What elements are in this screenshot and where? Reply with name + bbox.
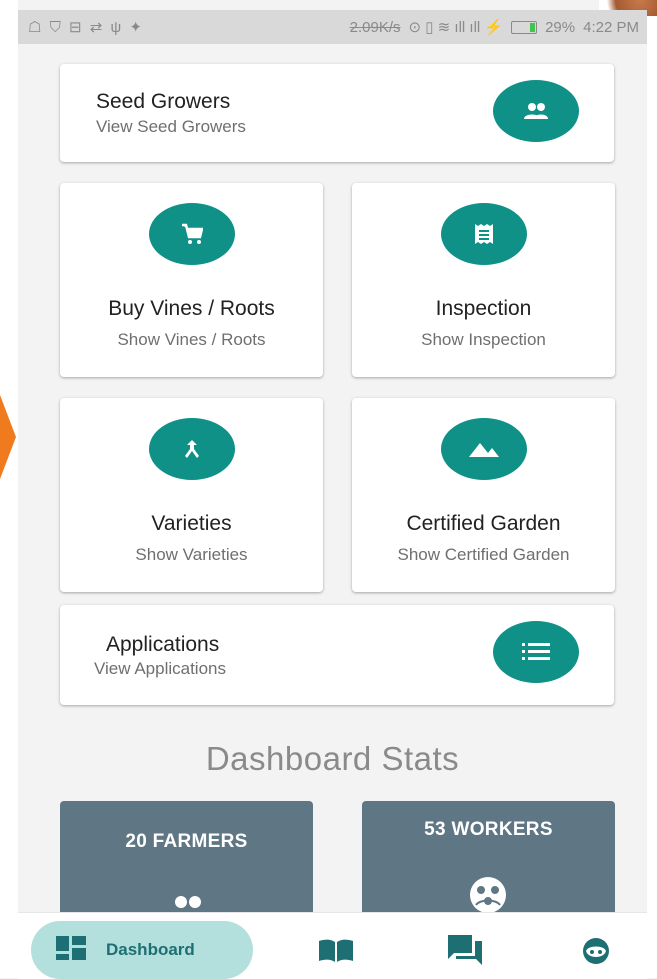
varieties-subtitle: Show Varieties bbox=[135, 545, 248, 564]
receipt-icon bbox=[441, 203, 527, 265]
orange-arrow-decoration bbox=[0, 395, 16, 479]
farmers-count: 20 FARMERS bbox=[125, 831, 248, 852]
farmers-people-icon bbox=[168, 893, 208, 912]
dashboard-icon bbox=[56, 935, 86, 965]
seed-growers-title: Seed Growers bbox=[96, 90, 231, 113]
varieties-title: Varieties bbox=[151, 512, 232, 535]
list-icon bbox=[493, 621, 579, 683]
farmers-stat-card[interactable]: 20 FARMERS bbox=[60, 801, 313, 912]
inspection-subtitle: Show Inspection bbox=[421, 330, 546, 349]
varieties-card[interactable]: Varieties Show Varieties bbox=[60, 398, 323, 592]
battery-percent: 29% bbox=[545, 18, 576, 36]
nav-dashboard-label: Dashboard bbox=[106, 940, 195, 959]
seed-growers-card[interactable]: Seed Growers View Seed Growers bbox=[60, 64, 614, 162]
nav-dashboard[interactable]: Dashboard bbox=[31, 921, 253, 979]
book-icon[interactable] bbox=[318, 939, 354, 968]
battery-icon bbox=[511, 20, 538, 34]
cart-icon bbox=[149, 203, 235, 265]
screen-edge-right bbox=[647, 0, 657, 978]
certified-garden-subtitle: Show Certified Garden bbox=[397, 545, 570, 564]
applications-subtitle: View Applications bbox=[94, 659, 226, 678]
applications-card[interactable]: Applications View Applications bbox=[60, 605, 614, 705]
workers-count: 53 WORKERS bbox=[424, 819, 553, 840]
landscape-icon bbox=[441, 418, 527, 480]
status-right-group: 2.09K/s ⊙ ▯ ≋ ıll ıll ⚡ 29% 4:22 PM bbox=[349, 18, 639, 37]
workers-stat-card[interactable]: 53 WORKERS bbox=[362, 801, 615, 912]
chat-icon[interactable] bbox=[448, 935, 482, 970]
seed-growers-subtitle: View Seed Growers bbox=[96, 117, 246, 136]
certified-garden-card[interactable]: Certified Garden Show Certified Garden bbox=[352, 398, 615, 592]
certified-garden-title: Certified Garden bbox=[406, 512, 561, 535]
bottom-navigation: Dashboard bbox=[18, 912, 647, 979]
status-time: 4:22 PM bbox=[583, 18, 639, 36]
workers-group-icon bbox=[468, 875, 508, 912]
signal-icons: ⊙ ▯ ≋ ıll ıll ⚡ bbox=[408, 19, 504, 36]
merge-icon bbox=[149, 418, 235, 480]
buy-vines-title: Buy Vines / Roots bbox=[108, 297, 275, 320]
people-icon bbox=[493, 80, 579, 142]
network-speed: 2.09K/s bbox=[349, 18, 401, 36]
buy-vines-subtitle: Show Vines / Roots bbox=[117, 330, 266, 349]
status-bar: ☖ ⛉ ⊟ ⇄ ψ ✦ 2.09K/s ⊙ ▯ ≋ ıll ıll ⚡ 29% … bbox=[18, 10, 647, 44]
inspection-card[interactable]: Inspection Show Inspection bbox=[352, 183, 615, 377]
stats-title: Dashboard Stats bbox=[205, 740, 460, 777]
dashboard-content: Seed Growers View Seed Growers Buy Vines… bbox=[18, 44, 647, 912]
notification-icons: ☖ ⛉ ⊟ ⇄ ψ ✦ bbox=[28, 19, 144, 36]
inspection-title: Inspection bbox=[435, 297, 532, 320]
face-icon[interactable] bbox=[582, 937, 610, 970]
buy-vines-card[interactable]: Buy Vines / Roots Show Vines / Roots bbox=[60, 183, 323, 377]
screen-edge-left bbox=[0, 0, 18, 978]
applications-title: Applications bbox=[106, 633, 220, 656]
